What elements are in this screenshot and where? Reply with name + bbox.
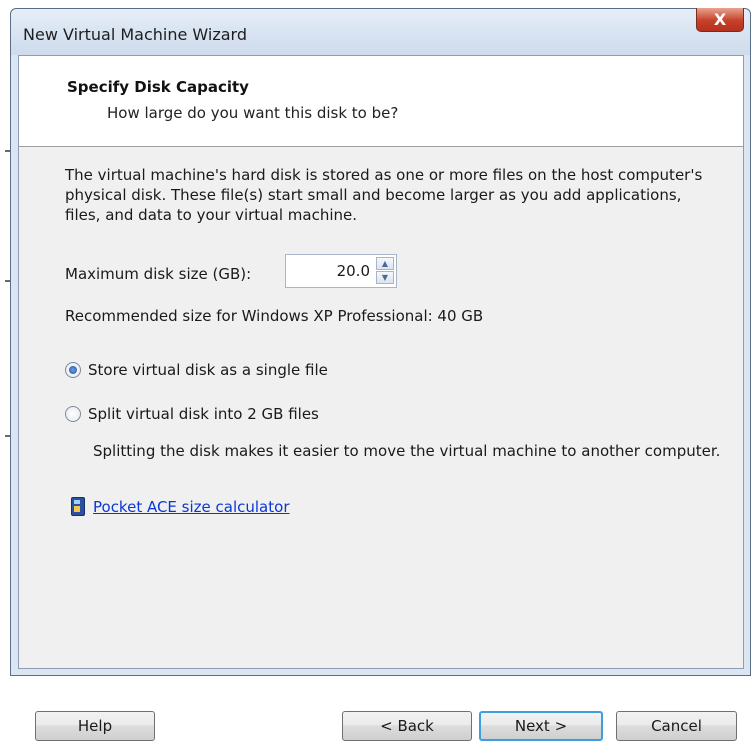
page-subtitle: How large do you want this disk to be? <box>107 104 399 122</box>
recommended-size-text: Recommended size for Windows XP Professi… <box>65 307 484 325</box>
stepper-down-button[interactable]: ▼ <box>376 271 394 284</box>
radio-split-files[interactable]: Split virtual disk into 2 GB files <box>65 405 319 423</box>
radio-button-checked[interactable] <box>65 362 81 378</box>
stepper-buttons: ▲ ▼ <box>376 257 394 285</box>
close-icon: X <box>713 10 727 29</box>
close-button[interactable]: X <box>696 8 744 32</box>
max-disk-size-label: Maximum disk size (GB): <box>65 265 252 283</box>
radio-button-unchecked[interactable] <box>65 406 81 422</box>
cancel-button[interactable]: Cancel <box>616 711 737 741</box>
help-button[interactable]: Help <box>35 711 155 741</box>
radio-split-files-label[interactable]: Split virtual disk into 2 GB files <box>88 405 319 423</box>
wizard-body: The virtual machine's hard disk is store… <box>19 147 743 741</box>
wizard-header: Specify Disk Capacity How large do you w… <box>19 56 743 147</box>
calculator-icon <box>71 497 85 516</box>
window-title: New Virtual Machine Wizard <box>23 25 247 44</box>
disk-description: The virtual machine's hard disk is store… <box>65 166 703 224</box>
wizard-window: New Virtual Machine Wizard X Specify Dis… <box>10 8 751 741</box>
calculator-link-row[interactable]: Pocket ACE size calculator <box>71 497 289 516</box>
next-button[interactable]: Next > <box>479 711 603 741</box>
max-disk-size-value[interactable]: 20.0 <box>337 262 370 280</box>
pocket-ace-calculator-link[interactable]: Pocket ACE size calculator <box>93 498 289 516</box>
radio-single-file[interactable]: Store virtual disk as a single file <box>65 361 328 379</box>
radio-single-file-label[interactable]: Store virtual disk as a single file <box>88 361 328 379</box>
stepper-up-button[interactable]: ▲ <box>376 257 394 270</box>
back-button[interactable]: < Back <box>342 711 472 741</box>
split-disk-note: Splitting the disk makes it easier to mo… <box>93 442 721 460</box>
title-bar[interactable]: New Virtual Machine Wizard X <box>11 8 750 55</box>
wizard-client-area: Specify Disk Capacity How large do you w… <box>18 55 744 741</box>
page-title: Specify Disk Capacity <box>67 78 249 96</box>
max-disk-size-stepper[interactable]: 20.0 ▲ ▼ <box>285 254 397 288</box>
